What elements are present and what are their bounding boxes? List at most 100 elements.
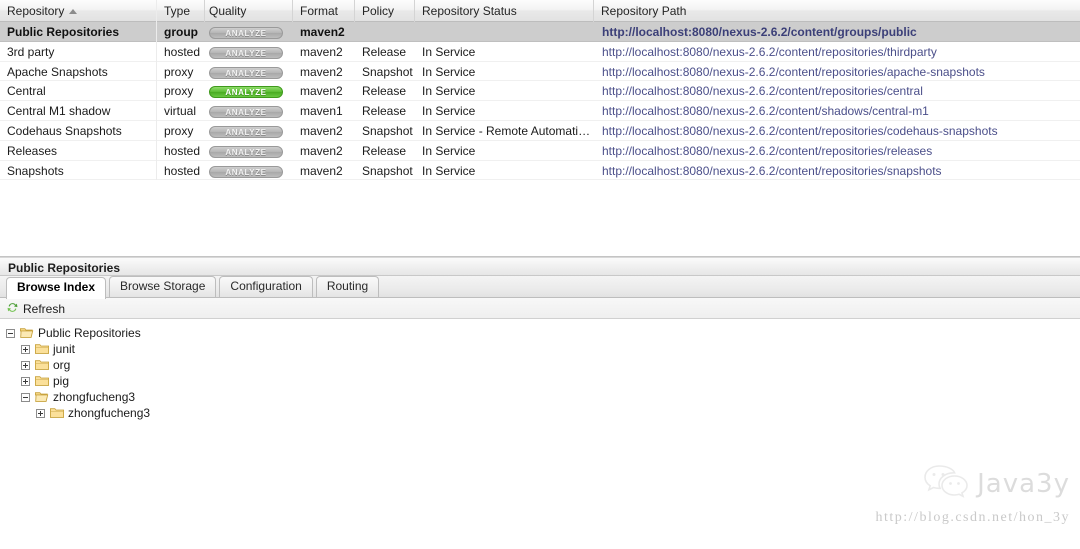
cell-format: maven1 xyxy=(300,104,343,119)
cell-repository-path[interactable]: http://localhost:8080/nexus-2.6.2/conten… xyxy=(594,62,1080,82)
cell-policy: Snapshot xyxy=(362,163,413,178)
analyze-badge[interactable]: ANALYZE xyxy=(209,125,283,138)
tree-node[interactable]: zhongfucheng3 xyxy=(6,389,1080,405)
cell-status: In Service xyxy=(422,64,476,79)
cell-type: proxy xyxy=(164,84,194,99)
expand-node-icon[interactable] xyxy=(21,344,30,354)
column-header-quality-label: Quality xyxy=(209,4,247,18)
tree-node-label: zhongfucheng3 xyxy=(53,390,136,404)
repositories-grid-panel: Repository Type Quality Format Policy Re… xyxy=(0,0,1080,257)
tab-browse-index[interactable]: Browse Index xyxy=(6,277,107,299)
cell-repository-path[interactable]: http://localhost:8080/nexus-2.6.2/conten… xyxy=(594,81,1080,101)
cell-repository: Central M1 shadow xyxy=(0,101,157,121)
folder-open-icon xyxy=(35,391,49,403)
cell-repository-path[interactable]: http://localhost:8080/nexus-2.6.2/conten… xyxy=(594,161,1080,181)
cell-type: hosted xyxy=(164,163,201,178)
cell-status: In Service xyxy=(422,104,476,119)
cell-format: maven2 xyxy=(300,25,345,39)
column-header-type-label: Type xyxy=(164,4,191,18)
cell-quality: ANALYZE xyxy=(205,101,293,121)
column-header-status[interactable]: Repository Status xyxy=(415,0,594,22)
table-row[interactable]: Central M1 shadow virtual ANALYZE maven1 Rel… xyxy=(0,101,1080,121)
detail-panel-title: Public Repositories xyxy=(0,257,1080,276)
table-row[interactable]: 3rd party hosted ANALYZE maven2 Release In Se… xyxy=(0,41,1080,62)
cell-quality: ANALYZE xyxy=(205,62,293,82)
cell-format: maven2 xyxy=(300,123,343,138)
cell-repository-path[interactable]: http://localhost:8080/nexus-2.6.2/conten… xyxy=(594,42,1080,62)
tree-node[interactable]: junit xyxy=(6,341,1080,357)
tree-node[interactable]: pig xyxy=(6,373,1080,389)
tree-node[interactable]: org xyxy=(6,357,1080,373)
column-header-quality[interactable]: Quality xyxy=(205,0,293,22)
expand-node-icon[interactable] xyxy=(21,376,30,386)
nexus-repository-manager: Repository Type Quality Format Policy Re… xyxy=(0,0,1080,549)
cell-quality: ANALYZE xyxy=(205,141,293,161)
cell-repository: Apache Snapshots xyxy=(0,61,157,82)
cell-repository: Central xyxy=(0,81,157,102)
analyze-badge[interactable]: ANALYZE xyxy=(209,165,283,178)
cell-status: In Service xyxy=(422,44,476,59)
column-header-type[interactable]: Type xyxy=(157,0,205,22)
cell-policy: Snapshot xyxy=(362,64,413,79)
column-header-policy-label: Policy xyxy=(362,4,395,18)
analyze-badge[interactable]: ANALYZE xyxy=(209,86,283,99)
column-header-path-label: Repository Path xyxy=(601,4,687,18)
folder-icon xyxy=(35,375,49,387)
cell-type: hosted xyxy=(164,44,201,59)
cell-type: group xyxy=(164,25,198,39)
cell-quality: ANALYZE xyxy=(205,22,293,42)
tree-node-label: junit xyxy=(53,342,76,356)
tree-node[interactable]: zhongfucheng3 xyxy=(6,405,1080,421)
column-header-path[interactable]: Repository Path xyxy=(594,0,1080,22)
column-header-repository[interactable]: Repository xyxy=(0,0,157,22)
cell-format: maven2 xyxy=(300,44,343,59)
table-row[interactable]: Public Repositories group ANALYZE maven2 htt… xyxy=(0,22,1080,42)
cell-type: virtual xyxy=(164,104,197,119)
detail-panel: Public Repositories Browse Index Browse S… xyxy=(0,257,1080,549)
table-row[interactable]: Codehaus Snapshots proxy ANALYZE maven2 Snap… xyxy=(0,120,1080,141)
tree-node[interactable]: Public Repositories xyxy=(6,325,1080,341)
cell-repository-path[interactable]: http://localhost:8080/nexus-2.6.2/conten… xyxy=(594,101,1080,121)
cell-status: In Service xyxy=(422,143,476,158)
cell-repository-path[interactable]: http://localhost:8080/nexus-2.6.2/conten… xyxy=(594,121,1080,141)
column-header-policy[interactable]: Policy xyxy=(355,0,415,22)
table-row[interactable]: Apache Snapshots proxy ANALYZE maven2 Snapsh… xyxy=(0,61,1080,82)
analyze-badge[interactable]: ANALYZE xyxy=(209,27,283,39)
cell-policy xyxy=(355,22,415,42)
collapse-node-icon[interactable] xyxy=(6,328,15,338)
folder-icon xyxy=(35,359,49,371)
detail-toolbar: Refresh xyxy=(0,298,1080,319)
repository-index-tree: Public Repositories junit org pig zhongfuche… xyxy=(0,319,1080,533)
refresh-button[interactable]: Refresh xyxy=(6,301,65,317)
column-header-format[interactable]: Format xyxy=(293,0,355,22)
expand-node-icon[interactable] xyxy=(21,360,30,370)
table-row[interactable]: Snapshots hosted ANALYZE maven2 Snapshot In S… xyxy=(0,160,1080,181)
cell-status xyxy=(415,22,594,42)
cell-type: hosted xyxy=(164,143,201,158)
table-row[interactable]: Central proxy ANALYZE maven2 Release In Servi… xyxy=(0,81,1080,102)
cell-repository: Releases xyxy=(0,140,157,161)
cell-policy: Release xyxy=(362,143,407,158)
tab-browse-storage[interactable]: Browse Storage xyxy=(109,276,217,297)
tab-configuration[interactable]: Configuration xyxy=(219,276,313,297)
cell-repository: Snapshots xyxy=(0,160,157,181)
analyze-badge[interactable]: ANALYZE xyxy=(209,66,283,79)
cell-repository-path[interactable]: http://localhost:8080/nexus-2.6.2/conten… xyxy=(594,22,1080,42)
cell-policy: Release xyxy=(362,84,407,99)
cell-policy: Release xyxy=(362,104,407,119)
analyze-badge[interactable]: ANALYZE xyxy=(209,145,283,158)
cell-quality: ANALYZE xyxy=(205,42,293,62)
analyze-badge[interactable]: ANALYZE xyxy=(209,106,283,119)
tree-node-label: pig xyxy=(53,374,70,388)
analyze-badge[interactable]: ANALYZE xyxy=(209,46,283,59)
table-row[interactable]: Releases hosted ANALYZE maven2 Release In Ser… xyxy=(0,140,1080,161)
cell-format: maven2 xyxy=(300,64,343,79)
sort-ascending-icon xyxy=(69,9,78,14)
cell-repository-path[interactable]: http://localhost:8080/nexus-2.6.2/conten… xyxy=(594,141,1080,161)
tab-routing[interactable]: Routing xyxy=(315,276,380,297)
cell-format: maven2 xyxy=(300,84,343,99)
expand-node-icon[interactable] xyxy=(36,408,45,418)
tree-node-label: zhongfucheng3 xyxy=(68,406,151,420)
collapse-node-icon[interactable] xyxy=(21,392,30,402)
tree-node-label: org xyxy=(53,358,71,372)
